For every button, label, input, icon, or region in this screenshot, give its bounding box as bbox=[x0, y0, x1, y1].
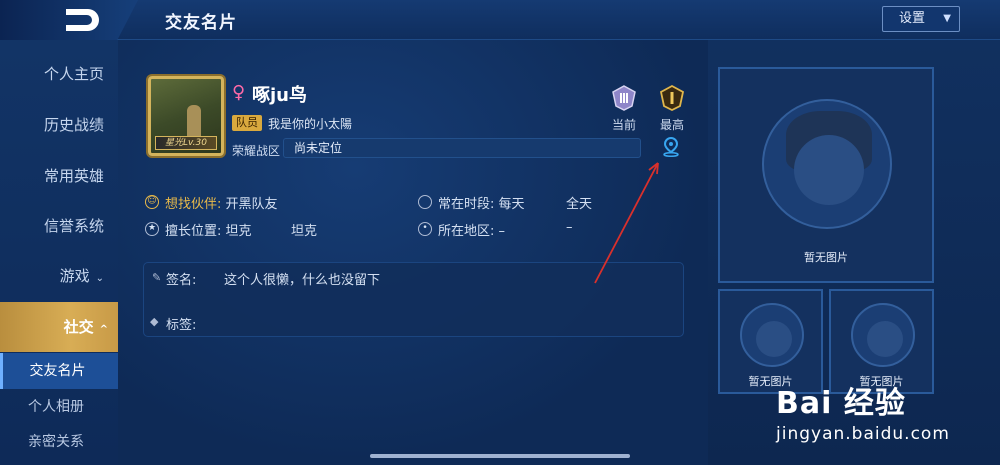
sidebar-item-social[interactable]: 社交 ^ bbox=[0, 302, 118, 352]
sidebar-item-label: 信誉系统 bbox=[43, 217, 104, 235]
level-badge: 星光Lv.30 bbox=[155, 136, 217, 150]
sidebar-item-label: 个人主页 bbox=[43, 65, 104, 83]
sidebar-subitem-intimacy[interactable]: 亲密关系 bbox=[0, 424, 118, 460]
partner-value: 开黑队友 bbox=[225, 197, 278, 212]
placeholder-portrait bbox=[762, 99, 892, 229]
chevron-up-icon: ^ bbox=[99, 324, 108, 335]
sidebar-item-label: 社交 bbox=[63, 318, 94, 336]
partner-row: 想找伙伴: 开黑队友 bbox=[165, 193, 278, 212]
position-value-1: 坦克 bbox=[225, 224, 252, 239]
time-value-1: 每天 bbox=[498, 197, 525, 212]
position-value-2: 坦克 bbox=[291, 224, 318, 239]
region-value-1: – bbox=[498, 224, 506, 239]
top-bar: 交友名片 设置 ▼ bbox=[0, 0, 1000, 40]
map-pin-icon: • bbox=[418, 222, 432, 236]
tags-label: 标签: bbox=[166, 318, 197, 333]
region-key: 所在地区: bbox=[438, 224, 495, 239]
watermark-brand: Bai 经验 bbox=[776, 386, 906, 421]
current-rank-label: 当前 bbox=[611, 118, 636, 132]
signature-value: 这个人很懒，什么也没留下 bbox=[224, 273, 381, 288]
sidebar-subitem-friend-card[interactable]: 交友名片 bbox=[0, 353, 118, 389]
photo-caption: 暂无图片 bbox=[804, 251, 848, 264]
region-value-2: – bbox=[566, 220, 573, 235]
photo-main[interactable]: 暂无图片 bbox=[718, 67, 934, 283]
position-key: 擅长位置: bbox=[165, 224, 222, 239]
chevron-down-icon: ▼ bbox=[943, 13, 951, 24]
page-title: 交友名片 bbox=[165, 13, 237, 33]
signature-panel[interactable]: ✎ 签名: 这个人很懒，什么也没留下 ◆ 标签: bbox=[143, 262, 684, 337]
sidebar-item-label: 游戏 bbox=[59, 267, 90, 285]
rank-label: 荣耀战区 bbox=[232, 144, 281, 158]
avatar[interactable]: 星光Lv.30 bbox=[148, 76, 224, 156]
home-indicator[interactable] bbox=[370, 454, 630, 458]
watermark-url: jingyan.baidu.com bbox=[776, 424, 950, 444]
friend-card-panel: 星光Lv.30 ♀ 啄ju鸟 队员 我是你的小太陽 荣耀战区 尚未定位 当前 最… bbox=[118, 40, 708, 465]
pencil-icon: ✎ bbox=[152, 271, 162, 284]
sidebar: 个人主页 历史战绩 常用英雄 信誉系统 游戏 ⌄ 社交 ^ 交友名片 个人相册 亲密… bbox=[0, 40, 118, 465]
sidebar-item-label: 历史战绩 bbox=[43, 116, 104, 134]
sidebar-subitem-album[interactable]: 个人相册 bbox=[0, 389, 118, 425]
sidebar-item-game[interactable]: 游戏 ⌄ bbox=[0, 251, 118, 301]
player-name: 啄ju鸟 bbox=[252, 85, 307, 106]
sidebar-item-profile[interactable]: 个人主页 bbox=[0, 49, 118, 99]
avatar-figure bbox=[187, 105, 201, 139]
sidebar-item-label: 常用英雄 bbox=[43, 167, 104, 185]
back-arrow-icon bbox=[66, 9, 99, 31]
partner-key: 想找伙伴: bbox=[165, 197, 222, 212]
time-row: 常在时段: 每天 bbox=[438, 193, 525, 212]
role-tag: 队员 bbox=[232, 115, 262, 131]
clock-icon bbox=[418, 195, 432, 209]
placeholder-portrait bbox=[740, 303, 804, 367]
time-value-2: 全天 bbox=[566, 197, 593, 212]
partner-icon: ☺ bbox=[145, 195, 159, 209]
position-row: 擅长位置: 坦克 bbox=[165, 220, 252, 239]
current-rank-medal-icon[interactable] bbox=[610, 84, 638, 112]
star-icon: ★ bbox=[145, 222, 159, 236]
tag-icon: ◆ bbox=[150, 315, 159, 328]
highest-rank-medal-icon[interactable] bbox=[658, 84, 686, 112]
chevron-down-icon: ⌄ bbox=[95, 273, 104, 284]
region-row: 所在地区: – bbox=[438, 220, 505, 239]
player-motto: 我是你的小太陽 bbox=[268, 117, 353, 131]
back-button[interactable] bbox=[0, 0, 138, 40]
time-key: 常在时段: bbox=[438, 197, 495, 212]
placeholder-portrait bbox=[851, 303, 915, 367]
settings-dropdown[interactable]: 设置 ▼ bbox=[882, 6, 960, 32]
rank-field: 尚未定位 bbox=[283, 138, 641, 158]
female-icon: ♀ bbox=[232, 82, 246, 103]
sidebar-item-heroes[interactable]: 常用英雄 bbox=[0, 151, 118, 201]
signature-label: 签名: bbox=[166, 273, 197, 288]
settings-label: 设置 bbox=[899, 11, 926, 26]
sidebar-item-history[interactable]: 历史战绩 bbox=[0, 100, 118, 150]
baidu-watermark: Bai 经验 jingyan.baidu.com bbox=[776, 378, 950, 444]
location-pin-icon[interactable] bbox=[662, 137, 680, 157]
sidebar-item-credit[interactable]: 信誉系统 bbox=[0, 201, 118, 251]
highest-rank-label: 最高 bbox=[659, 118, 684, 132]
